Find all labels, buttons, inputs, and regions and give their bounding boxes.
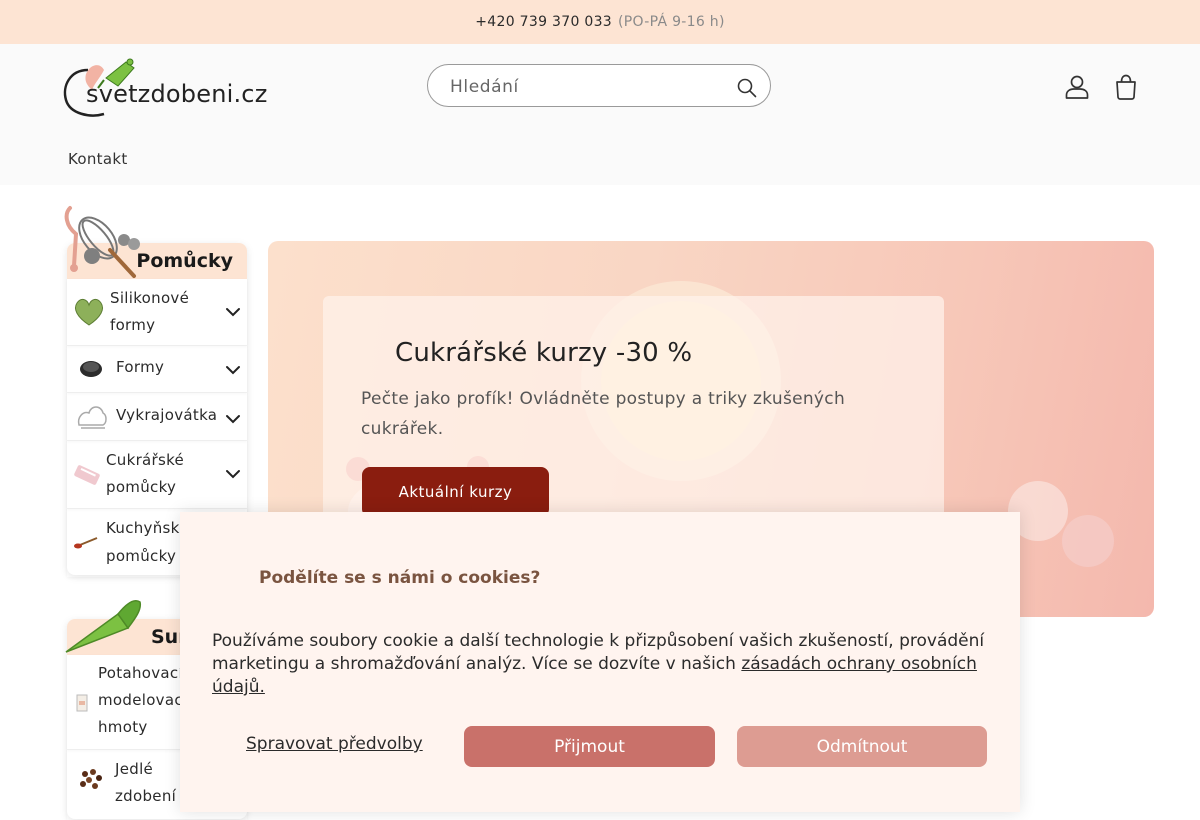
hero-text: Pečte jako profík! Ovládněte postupy a t… [361, 389, 846, 439]
sidebar-item-label: Vykrajovátka [116, 406, 218, 424]
cookie-dialog-title: Podělíte se s námi o cookies? [259, 568, 541, 588]
kitchen-tool-thumb-icon [74, 537, 98, 549]
opening-hours: (PO-PÁ 9-16 h) [618, 14, 725, 30]
sidebar-item-label: formy [110, 316, 156, 334]
baking-form-thumb-icon [80, 361, 102, 377]
sidebar-item-label: hmoty [98, 718, 148, 736]
accept-cookies-button[interactable]: Přijmout [464, 726, 715, 767]
chevron-down-icon[interactable] [225, 411, 241, 427]
decorating-tool-thumb-icon [74, 465, 100, 485]
reject-cookies-button[interactable]: Odmítnout [737, 726, 987, 767]
sidebar-item-label: pomůcky [106, 547, 177, 565]
cookie-dialog-text: Používáme soubory cookie a další technol… [212, 630, 992, 699]
chevron-down-icon[interactable] [225, 466, 241, 482]
cookie-cutter-thumb-icon [77, 406, 107, 429]
chevron-down-icon[interactable] [225, 304, 241, 320]
sidebar-item-label: Formy [116, 358, 165, 376]
whisk-icon [64, 206, 140, 278]
phone-number[interactable]: +420 739 370 033 [475, 14, 612, 30]
sidebar-item-vykrajovatka[interactable]: Vykrajovátka [67, 393, 247, 441]
sidebar-item-label: modelovací [98, 691, 188, 709]
sidebar-item-formy[interactable]: Formy [67, 346, 247, 393]
sidebar-item-label: Potahovací [98, 664, 183, 682]
search-box[interactable] [427, 64, 771, 107]
search-icon[interactable] [737, 78, 757, 98]
manage-preferences-link[interactable]: Spravovat předvolby [246, 734, 423, 754]
nav-link-kontakt[interactable]: Kontakt [68, 150, 128, 168]
sidebar-item-label: zdobení [115, 787, 177, 805]
logo-text: svetzdobeni.cz [86, 80, 268, 108]
sidebar-item-label: Silikonové [110, 289, 190, 307]
sidebar-item-silikonove-formy[interactable]: Silikonové formy [67, 279, 247, 346]
current-courses-button[interactable]: Aktuální kurzy [362, 467, 549, 517]
cookie-consent-dialog: Podělíte se s námi o cookies? Používáme … [180, 512, 1020, 812]
site-logo[interactable]: svetzdobeni.cz [60, 56, 267, 120]
chevron-down-icon[interactable] [225, 362, 241, 378]
hero-title: Cukrářské kurzy -30 % [395, 338, 693, 368]
silicone-mold-thumb-icon [75, 298, 103, 326]
category-title[interactable]: Pomůcky [136, 250, 233, 272]
sidebar-item-label: pomůcky [106, 478, 177, 496]
sidebar-item-cukrarske-pomucky[interactable]: Cukrářské pomůcky [67, 441, 247, 509]
piping-bag-icon [65, 600, 142, 653]
cart-icon[interactable] [1112, 73, 1140, 101]
site-header: svetzdobeni.cz Kontakt [0, 44, 1200, 185]
account-icon[interactable] [1064, 74, 1090, 100]
fondant-thumb-icon [76, 694, 88, 712]
sidebar-item-label: Jedlé [115, 760, 154, 778]
sidebar-item-label: Cukrářské [106, 451, 185, 469]
announcement-bar: +420 739 370 033 (PO-PÁ 9-16 h) [0, 0, 1200, 44]
sidebar-item-label: Kuchyňské [106, 519, 189, 537]
sprinkles-thumb-icon [80, 769, 102, 789]
search-input[interactable] [448, 73, 732, 101]
